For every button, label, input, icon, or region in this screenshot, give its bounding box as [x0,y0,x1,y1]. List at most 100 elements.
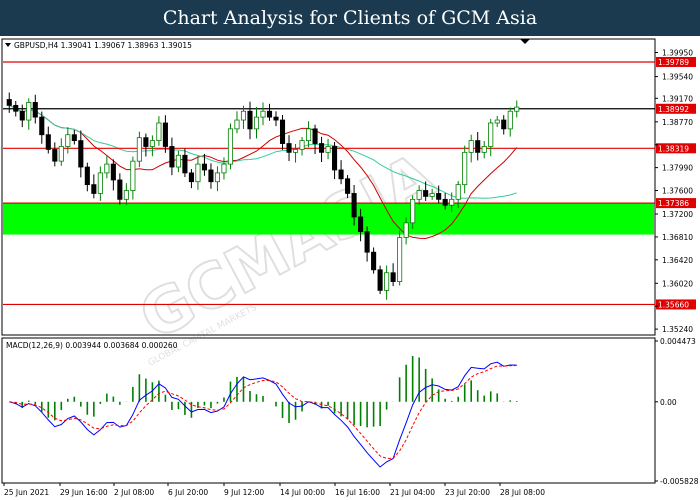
candle-body [58,146,64,162]
candle-body [84,166,90,186]
macd-tick-label: 0.004473 [660,337,696,346]
candle-body [266,110,273,118]
macd-tick-label: 0.00 [660,398,677,407]
candle-body [169,146,175,168]
candle-body [182,154,188,174]
candle-body [416,190,422,200]
candle-body [130,160,136,191]
candle-body [26,102,32,121]
time-tick-label: 21 Jul 04:00 [390,488,435,497]
time-tick-label: 23 Jul 20:00 [445,488,490,497]
price-tick-label: 1.39170 [662,94,693,103]
candle-body [110,163,116,181]
candle-body [319,143,325,153]
time-tick-label: 29 Jun 16:00 [60,488,108,497]
candle-body [149,140,155,147]
candle-body [455,184,461,200]
macd-info: MACD(12,26,9) 0.003944 0.003684 0.000260 [6,341,178,350]
time-tick-label: 6 Jul 20:00 [168,488,208,497]
candle-body [442,198,448,206]
price-tick-label: 1.37990 [662,164,693,173]
candle-body [247,110,253,130]
candle-body [338,169,344,180]
candle-body [240,110,247,121]
candle-body [91,184,97,194]
price-tick-label: 1.35240 [662,325,693,334]
candle-body [32,102,38,118]
candle-body [292,149,299,153]
candle-body [332,146,338,171]
candle-body [507,110,513,130]
candle-body [234,119,240,130]
candle-body [494,119,500,124]
candle-body [175,154,181,168]
candle-body [345,178,351,194]
candle-body [429,193,435,197]
price-level-label: 1.37386 [658,199,689,208]
candle-body [468,140,474,153]
time-tick-label: 16 Jul 16:00 [335,488,380,497]
candle-body [260,110,266,118]
price-tick-label: 1.37600 [662,187,693,196]
time-tick-label: 14 Jul 00:00 [280,488,325,497]
candle-body [449,198,455,206]
chart-title: Chart Analysis for Clients of GCM Asia [162,7,538,29]
candle-body [364,231,370,253]
candle-body [286,143,292,153]
candle-body [123,190,129,200]
candle-body [221,163,227,174]
candle-body [143,137,149,147]
candle-body [71,134,77,142]
candle-body [104,163,110,174]
trading-chart: GCMASIA GLOBAL CAPITAL MARKETS 1.397891.… [1,38,699,497]
price-level-label: 1.35660 [658,300,689,309]
candle-body [390,272,396,282]
candle-body [208,169,214,183]
candle-body [45,134,51,150]
candle-body [52,149,58,162]
price-tick-label: 1.36420 [662,256,693,265]
candle-body [65,134,71,147]
candle-body [410,198,416,224]
price-level-label: 1.38319 [658,144,689,153]
candle-body [188,172,194,183]
candle-body [397,237,403,282]
symbol-info: GBPUSD,H4 1.39041 1.39067 1.38963 1.3901… [14,41,192,50]
candle-body [97,172,103,194]
candle-body [162,122,168,147]
candle-body [377,269,383,291]
time-tick-label: 9 Jul 12:00 [224,488,264,497]
price-tick-label: 1.36020 [662,279,693,288]
candle-body [13,104,19,112]
candle-body [156,122,162,142]
candle-body [423,190,429,197]
candle-body [481,146,487,153]
price-tick-label: 1.37200 [662,210,693,219]
candle-body [501,119,507,130]
candle-body [371,251,377,271]
candle-body [195,163,201,183]
candle-body [312,128,318,144]
candle-body [214,172,221,183]
candle-body [227,128,234,165]
price-tick-label: 1.39540 [662,73,693,82]
candle-body [117,179,123,200]
candle-body [358,216,364,233]
price-level-label: 1.38992 [658,105,689,114]
candle-body [384,272,390,291]
candle-body [201,163,207,171]
candle-body [78,140,84,168]
candle-body [475,140,481,153]
candle-body [136,137,142,162]
candle-body [403,222,409,238]
candle-body [488,122,494,147]
price-tick-label: 1.36810 [662,233,693,242]
candle-body [299,140,305,150]
candle-body [273,116,279,121]
time-tick-label: 2 Jul 08:00 [114,488,154,497]
candle-body [351,193,357,218]
candle-body [279,119,286,144]
price-tick-label: 1.39950 [662,49,693,58]
macd-tick-label: -0.005828 [660,477,699,486]
candle-body [253,116,260,130]
